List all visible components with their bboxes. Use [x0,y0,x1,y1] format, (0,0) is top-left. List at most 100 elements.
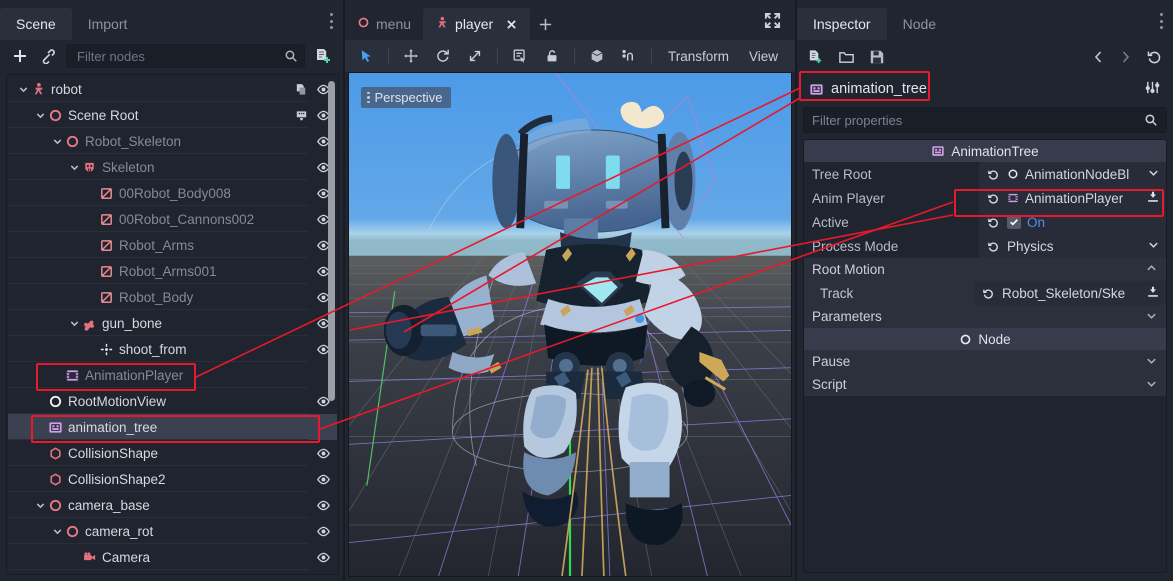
revert-icon[interactable] [985,216,1001,229]
open-scene-icon[interactable] [291,82,311,97]
revert-icon[interactable] [985,192,1001,205]
scene-tree-item-robot-arms[interactable]: Robot_Arms [8,232,337,258]
kebab-menu-icon[interactable] [1159,13,1163,29]
scene-tree-item-robot[interactable]: robot [8,76,337,102]
close-icon[interactable] [505,18,518,31]
cube-icon[interactable] [582,43,612,69]
property-value[interactable]: On [979,210,1166,234]
scene-tree[interactable]: robotScene RootRobot_SkeletonSkeleton00R… [8,76,337,573]
chevron-left-icon[interactable] [1092,49,1105,65]
property-process-mode[interactable]: Process Mode Physics [804,234,1166,258]
filter-properties-box[interactable] [803,107,1167,133]
inspected-node-header[interactable]: animation_tree [803,75,1167,103]
scene-tab-player[interactable]: player [423,8,530,40]
view-menu-button[interactable]: View [740,43,787,69]
section-pause[interactable]: Pause [804,350,1166,373]
tree-expand-caret[interactable] [33,498,47,512]
revert-icon[interactable] [980,287,996,300]
object-menu-icon[interactable] [1144,79,1161,99]
property-track[interactable]: Track Robot_Skeleton/Ske [804,281,1166,305]
revert-icon[interactable] [985,240,1001,253]
tree-expand-caret[interactable] [50,134,64,148]
transform-menu-button[interactable]: Transform [659,43,738,69]
chevron-down-icon[interactable] [1145,354,1158,370]
scene-tree-item-animation-tree[interactable]: animation_tree [8,414,337,440]
signal-icon[interactable] [291,108,311,123]
scene-tab-menu[interactable]: menu [345,8,423,40]
scene-tree-item-rootmotionview[interactable]: RootMotionView [8,388,337,414]
scene-tree-item-shoot-from[interactable]: shoot_from [8,336,337,362]
property-anim-player[interactable]: Anim Player [804,186,1166,210]
attach-script-icon[interactable] [309,43,337,69]
scene-tree-item-collisionshape[interactable]: CollisionShape [8,440,337,466]
visibility-eye-icon[interactable] [313,524,333,539]
chevron-down-icon[interactable] [1147,166,1160,182]
perspective-gizmo-label[interactable]: Perspective [361,87,451,108]
visibility-eye-icon[interactable] [313,498,333,513]
chevron-down-icon[interactable] [1145,377,1158,393]
property-value[interactable]: AnimationPlayer [979,186,1166,210]
property-value[interactable]: AnimationNodeBl [979,162,1166,186]
active-checkbox[interactable] [1007,215,1021,229]
scene-tree-item-camera-base[interactable]: camera_base [8,492,337,518]
scene-tree-scrollbar[interactable] [328,81,335,401]
scene-tree-item-skeleton[interactable]: Skeleton [8,154,337,180]
rotate-icon[interactable] [428,43,458,69]
scene-tree-item-robot-skeleton[interactable]: Robot_Skeleton [8,128,337,154]
scene-tree-item-camera[interactable]: Camera [8,544,337,570]
list-select-icon[interactable] [505,43,535,69]
history-icon[interactable] [1146,49,1163,66]
viewport-3d[interactable]: Perspective [348,72,792,577]
property-value[interactable]: Robot_Skeleton/Ske [974,281,1166,305]
scene-tree-item-robot-arms001[interactable]: Robot_Arms001 [8,258,337,284]
scale-icon[interactable] [460,43,490,69]
section-script[interactable]: Script [804,373,1166,396]
instance-scene-icon[interactable] [34,43,62,69]
scene-tree-item-00robot-body008[interactable]: 00Robot_Body008 [8,180,337,206]
scene-tree-item-collisionshape2[interactable]: CollisionShape2 [8,466,337,492]
filter-nodes-box[interactable] [66,44,305,68]
save-icon[interactable] [869,49,885,65]
chevron-up-icon[interactable] [1145,262,1158,278]
tab-import[interactable]: Import [72,8,144,40]
scene-tree-item-camera-rot[interactable]: camera_rot [8,518,337,544]
visibility-eye-icon[interactable] [313,446,333,461]
new-resource-icon[interactable] [807,49,824,66]
tree-expand-caret[interactable] [33,108,47,122]
property-active[interactable]: Active On [804,210,1166,234]
assign-track-icon[interactable] [1146,285,1160,302]
kebab-menu-icon[interactable] [329,13,333,29]
section-parameters[interactable]: Parameters [804,305,1166,328]
chevron-down-icon[interactable] [1145,309,1158,325]
scene-tree-item-robot-body[interactable]: Robot_Body [8,284,337,310]
tab-inspector[interactable]: Inspector [797,8,887,40]
property-value[interactable]: Physics [979,234,1166,258]
snap-icon[interactable] [614,43,644,69]
add-node-icon[interactable] [6,43,34,69]
assign-resource-icon[interactable] [1146,190,1160,207]
scene-tree-item-gun-bone[interactable]: gun_bone [8,310,337,336]
chevron-right-icon[interactable] [1119,49,1132,65]
scene-tree-item-animationplayer[interactable]: AnimationPlayer [8,362,337,388]
tree-expand-caret[interactable] [67,160,81,174]
tree-expand-caret[interactable] [67,316,81,330]
fullscreen-icon[interactable] [764,12,781,32]
tree-expand-caret[interactable] [16,82,30,96]
property-tree-root[interactable]: Tree Root AnimationNodeBl [804,162,1166,186]
cursor-icon[interactable] [351,43,381,69]
tab-scene[interactable]: Scene [0,8,72,40]
visibility-eye-icon[interactable] [313,472,333,487]
move-icon[interactable] [396,43,426,69]
scene-tree-item-scene-root[interactable]: Scene Root [8,102,337,128]
section-root-motion[interactable]: Root Motion [804,258,1166,281]
visibility-eye-icon[interactable] [313,550,333,565]
chevron-down-icon[interactable] [1147,238,1160,254]
filter-nodes-input[interactable] [77,49,284,64]
lock-icon[interactable] [537,43,567,69]
folder-open-icon[interactable] [838,49,855,66]
tree-expand-caret[interactable] [50,524,64,538]
revert-icon[interactable] [985,168,1001,181]
add-scene-tab-button[interactable] [530,8,560,40]
scene-tree-item-00robot-cannons002[interactable]: 00Robot_Cannons002 [8,206,337,232]
tab-node[interactable]: Node [887,8,952,40]
